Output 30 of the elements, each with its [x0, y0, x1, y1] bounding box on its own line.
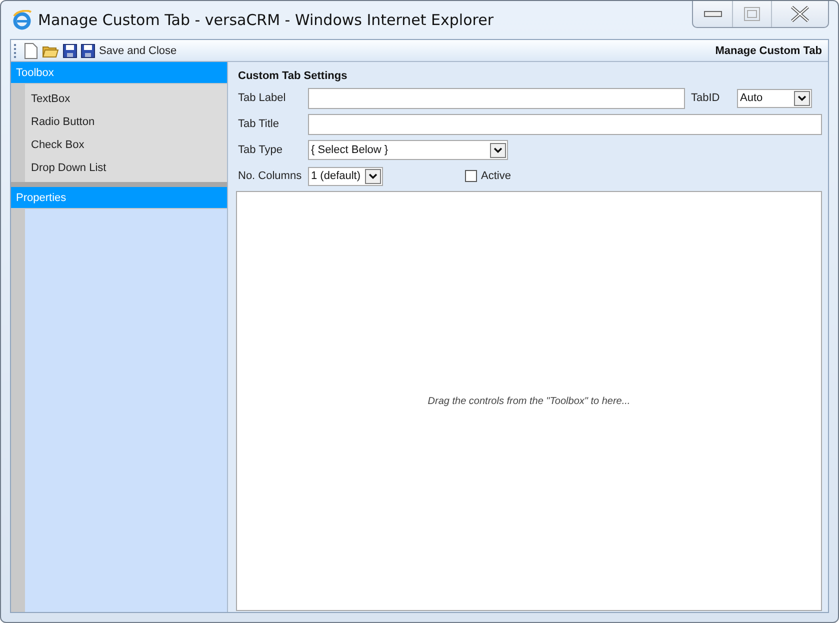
section-title: Custom Tab Settings	[238, 70, 348, 82]
minimize-icon	[704, 11, 722, 17]
toolbar-heading: Manage Custom Tab	[715, 44, 822, 56]
open-button[interactable]	[42, 44, 59, 58]
toolbox-item[interactable]: TextBox	[25, 87, 227, 110]
save-button[interactable]	[63, 44, 77, 58]
field-label: Tab Title	[238, 118, 280, 130]
new-button[interactable]	[24, 42, 38, 58]
checkbox-label: Active	[481, 170, 512, 182]
field-label: Tab Type	[238, 144, 284, 156]
toolbox-item[interactable]: Radio Button	[25, 110, 227, 133]
new-document-icon	[24, 42, 38, 58]
field-label: TabID	[691, 92, 721, 104]
window-title: Manage Custom Tab - versaCRM - Windows Internet Explorer	[38, 11, 494, 29]
maximize-icon	[744, 7, 760, 21]
browser-logo-icon	[12, 10, 32, 30]
field-label: Tab Label	[238, 92, 287, 104]
drop-hint: Drag the controls from the "Toolbox" to here...	[428, 396, 630, 406]
columns-dropdown[interactable]: 1 (default)	[308, 166, 383, 186]
tab-title-field[interactable]	[308, 114, 822, 134]
tab-type-dropdown[interactable]: { Select Below }	[308, 140, 508, 160]
tab-id-dropdown[interactable]: Auto	[737, 88, 812, 108]
toolbox-item[interactable]: Drop Down List	[25, 156, 227, 179]
active-checkbox[interactable]	[465, 170, 477, 182]
field-label: No. Columns	[238, 170, 303, 182]
toolbox-item[interactable]: Check Box	[25, 133, 227, 156]
tab-label-field[interactable]	[308, 88, 685, 108]
folder-icon	[42, 44, 59, 58]
save-and-close-button[interactable]: Save and Close	[81, 44, 177, 58]
close-icon	[790, 6, 810, 22]
